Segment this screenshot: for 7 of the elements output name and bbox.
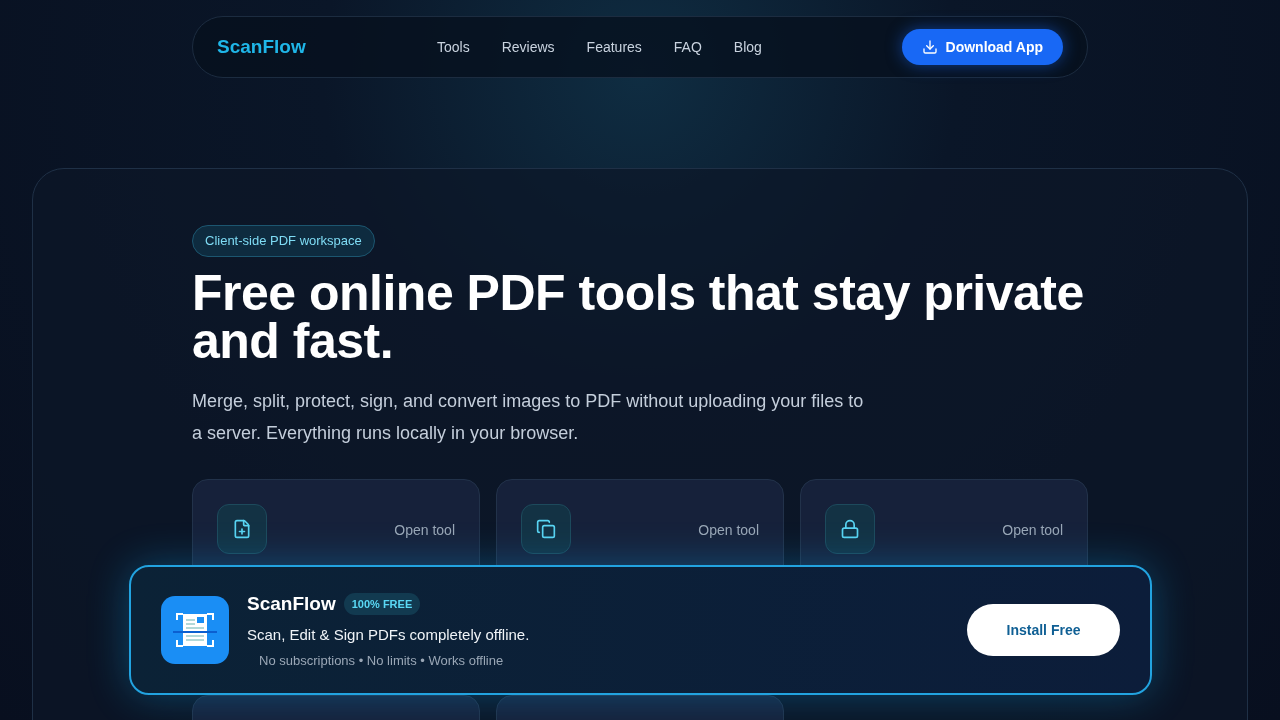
app-features: No subscriptions • No limits • Works offline	[259, 651, 505, 670]
hero-title: Free online PDF tools that stay private and fast.	[192, 268, 1085, 365]
hero-badge: Client-side PDF workspace	[192, 225, 375, 257]
free-badge: 100% FREE	[343, 592, 421, 616]
app-tagline: Scan, Edit & Sign PDFs completely offline.	[247, 625, 530, 646]
hero-subtitle: Merge, split, protect, sign, and convert images to PDF without uploading your files to a server. Everything runs locally in your browser.	[192, 389, 865, 445]
app-name: ScanFlow	[247, 591, 336, 616]
